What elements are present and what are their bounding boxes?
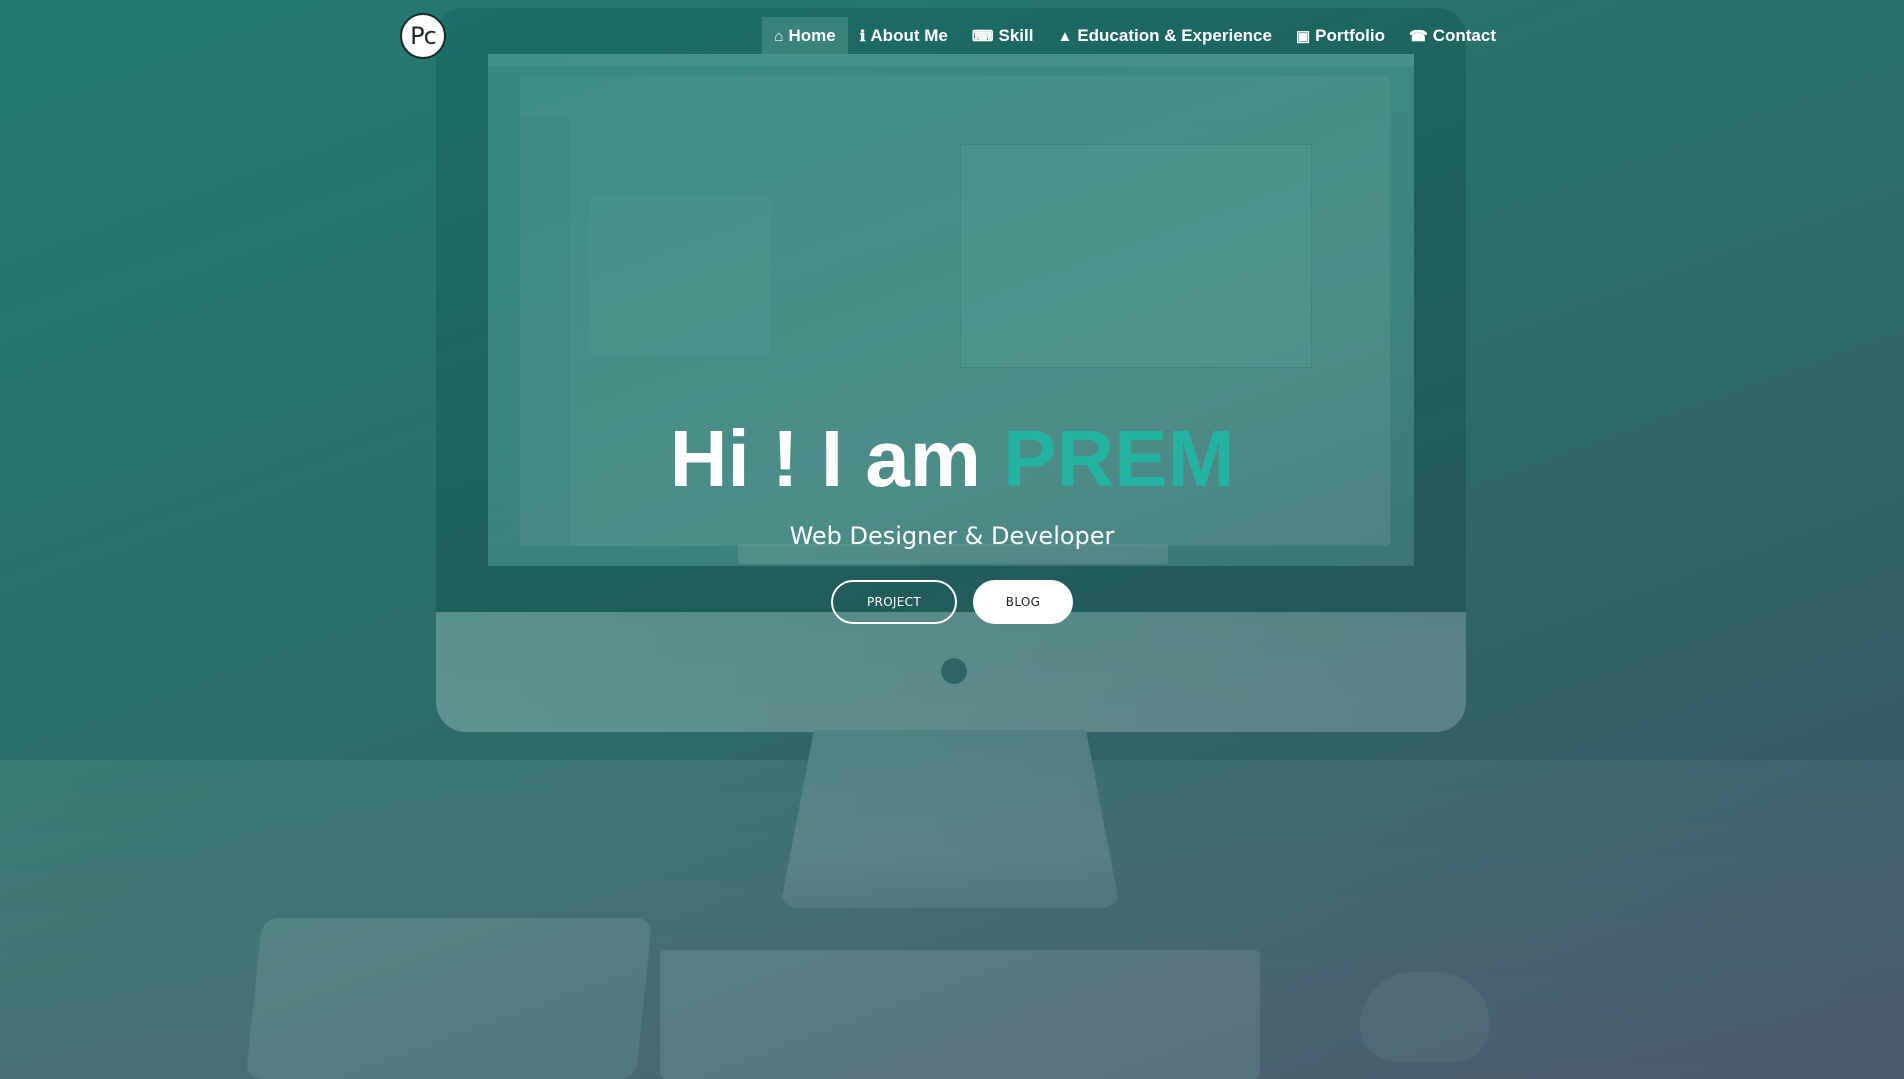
- nav-item-label: Portfolio: [1315, 26, 1386, 45]
- nav-item-skill[interactable]: ⌨ Skill: [960, 17, 1046, 55]
- home-icon: ⌂: [774, 27, 784, 45]
- phone-icon: ☎: [1409, 27, 1428, 45]
- hero-headline: Hi ! I am PREM: [0, 414, 1904, 504]
- site-logo[interactable]: Pc: [400, 13, 446, 59]
- graduation-cap-icon: ▲: [1057, 27, 1073, 45]
- info-icon: ℹ: [859, 27, 866, 45]
- hero-buttons: PROJECT BLOG: [0, 580, 1904, 624]
- hero-greeting: Hi ! I am: [669, 414, 981, 503]
- project-button[interactable]: PROJECT: [831, 580, 957, 624]
- nav-item-about-me[interactable]: ℹ About Me: [848, 17, 960, 55]
- nav-item-label: Education & Experience: [1077, 26, 1272, 45]
- nav-item-education-experience[interactable]: ▲ Education & Experience: [1045, 17, 1283, 55]
- nav-item-label: Home: [788, 26, 836, 45]
- hero-name: PREM: [1003, 414, 1235, 503]
- hero-subtitle: Web Designer & Developer: [789, 522, 1115, 550]
- navbar: Pc ⌂ Home ℹ About Me ⌨ Skill ▲ Education…: [0, 0, 1904, 74]
- nav-menu: ⌂ Home ℹ About Me ⌨ Skill ▲ Education & …: [762, 17, 1508, 55]
- nav-item-home[interactable]: ⌂ Home: [762, 17, 848, 55]
- nav-item-portfolio[interactable]: ▣ Portfolio: [1284, 17, 1397, 55]
- nav-item-contact[interactable]: ☎ Contact: [1397, 17, 1508, 55]
- keyboard-icon: ⌨: [971, 27, 994, 45]
- nav-item-label: About Me: [870, 26, 948, 45]
- nav-item-label: Contact: [1432, 26, 1496, 45]
- image-icon: ▣: [1295, 27, 1311, 45]
- blog-button[interactable]: BLOG: [973, 580, 1073, 624]
- hero-section: ● Pc ⌂ Home ℹ About Me ⌨ Skill ▲ Educati…: [0, 0, 1904, 1079]
- nav-item-label: Skill: [998, 26, 1034, 45]
